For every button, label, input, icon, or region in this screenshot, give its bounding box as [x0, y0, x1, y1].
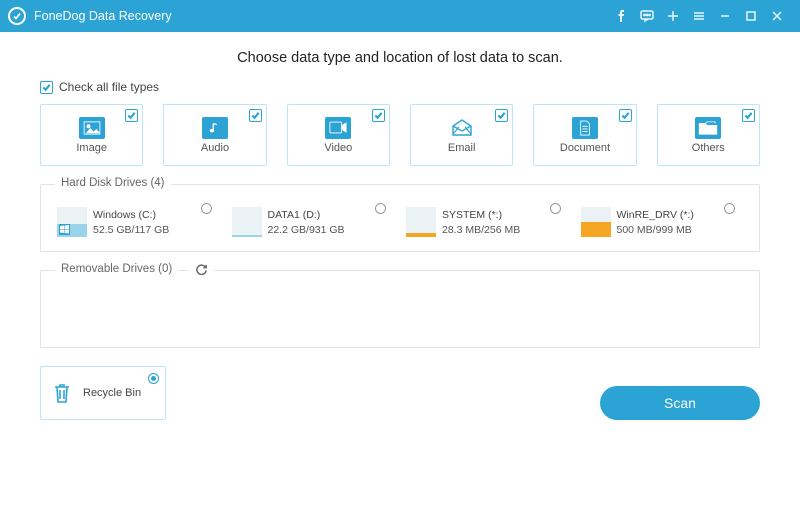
recycle-label: Recycle Bin — [83, 387, 141, 399]
drive-radio[interactable] — [550, 203, 561, 214]
drive-item-d[interactable]: DATA1 (D:) 22.2 GB/931 GB — [230, 205, 397, 239]
hdd-row: Windows (C:) 52.5 GB/117 GB DATA1 (D:) 2… — [55, 205, 745, 239]
type-checkbox-document[interactable] — [619, 109, 632, 122]
hdd-group-title: Hard Disk Drives (4) — [55, 177, 171, 189]
check-all-label: Check all file types — [59, 80, 159, 94]
plus-icon[interactable] — [660, 0, 686, 32]
recycle-bin-card[interactable]: Recycle Bin — [40, 366, 166, 420]
drive-size: 28.3 MB/256 MB — [442, 224, 520, 237]
folder-icon — [695, 117, 721, 139]
drive-name: Windows (C:) — [93, 209, 169, 222]
type-label: Video — [324, 142, 352, 154]
drive-icon — [57, 207, 87, 237]
document-icon — [572, 117, 598, 139]
image-icon — [79, 117, 105, 139]
drive-radio[interactable] — [724, 203, 735, 214]
main-content: Choose data type and location of lost da… — [0, 50, 800, 348]
recycle-radio[interactable] — [148, 373, 159, 384]
drive-size: 52.5 GB/117 GB — [93, 224, 169, 237]
type-card-audio[interactable]: Audio — [163, 104, 266, 166]
type-label: Image — [76, 142, 107, 154]
type-label: Email — [448, 142, 476, 154]
video-icon — [325, 117, 351, 139]
type-label: Others — [692, 142, 725, 154]
drive-name: SYSTEM (*:) — [442, 209, 520, 222]
drive-item-c[interactable]: Windows (C:) 52.5 GB/117 GB — [55, 205, 222, 239]
menu-icon[interactable] — [686, 0, 712, 32]
removable-empty-area — [55, 291, 745, 335]
drive-icon — [581, 207, 611, 237]
drive-name: DATA1 (D:) — [268, 209, 345, 222]
type-checkbox-audio[interactable] — [249, 109, 262, 122]
drive-radio[interactable] — [201, 203, 212, 214]
drive-item-winre[interactable]: WinRE_DRV (*:) 500 MB/999 MB — [579, 205, 746, 239]
hdd-group: Hard Disk Drives (4) Windows (C:) 52.5 G… — [40, 184, 760, 252]
drive-name: WinRE_DRV (*:) — [617, 209, 694, 222]
drive-radio[interactable] — [375, 203, 386, 214]
minimize-icon[interactable] — [712, 0, 738, 32]
check-all-row[interactable]: Check all file types — [40, 80, 760, 94]
maximize-icon[interactable] — [738, 0, 764, 32]
drive-size: 22.2 GB/931 GB — [268, 224, 345, 237]
type-card-email[interactable]: Email — [410, 104, 513, 166]
page-heading: Choose data type and location of lost da… — [40, 50, 760, 66]
drive-size: 500 MB/999 MB — [617, 224, 694, 237]
type-card-document[interactable]: Document — [533, 104, 636, 166]
type-card-image[interactable]: Image — [40, 104, 143, 166]
type-card-video[interactable]: Video — [287, 104, 390, 166]
type-checkbox-image[interactable] — [125, 109, 138, 122]
trash-icon — [51, 382, 73, 404]
type-checkbox-video[interactable] — [372, 109, 385, 122]
audio-icon — [202, 117, 228, 139]
drive-item-system[interactable]: SYSTEM (*:) 28.3 MB/256 MB — [404, 205, 571, 239]
type-label: Audio — [201, 142, 229, 154]
type-checkbox-email[interactable] — [495, 109, 508, 122]
refresh-button[interactable] — [189, 263, 214, 281]
removable-group: Removable Drives (0) — [40, 270, 760, 348]
type-card-others[interactable]: Others — [657, 104, 760, 166]
footer: Recycle Bin Scan — [0, 366, 800, 438]
type-label: Document — [560, 142, 610, 154]
close-icon[interactable] — [764, 0, 790, 32]
scan-button-label: Scan — [664, 395, 696, 411]
titlebar: FoneDog Data Recovery — [0, 0, 800, 32]
removable-group-title: Removable Drives (0) — [55, 263, 178, 275]
file-types-row: Image Audio Video Email Document Others — [40, 104, 760, 166]
drive-icon — [232, 207, 262, 237]
scan-button[interactable]: Scan — [600, 386, 760, 420]
type-checkbox-others[interactable] — [742, 109, 755, 122]
feedback-icon[interactable] — [634, 0, 660, 32]
email-icon — [449, 117, 475, 139]
app-title: FoneDog Data Recovery — [34, 9, 172, 23]
check-all-checkbox[interactable] — [40, 81, 53, 94]
facebook-icon[interactable] — [608, 0, 634, 32]
drive-icon — [406, 207, 436, 237]
app-logo-icon — [8, 7, 26, 25]
